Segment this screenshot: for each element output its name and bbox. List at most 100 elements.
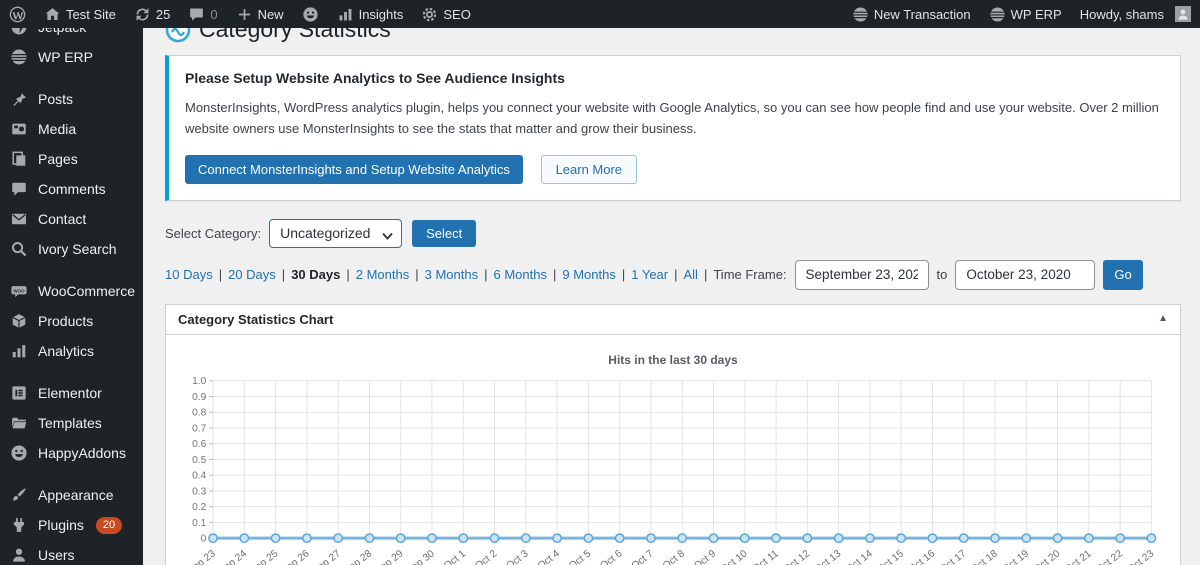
svg-text:0: 0 — [201, 533, 207, 544]
notice-body: MonsterInsights, WordPress analytics plu… — [185, 100, 1159, 137]
range-link-30-days[interactable]: 30 Days — [291, 267, 340, 282]
range-link-9-months[interactable]: 9 Months — [562, 267, 615, 282]
svg-text:Oct 12: Oct 12 — [782, 548, 813, 565]
time-frame-label: Time Frame: — [713, 267, 787, 283]
insights-label: Insights — [358, 6, 404, 22]
admin-bar-right: New Transaction WP ERP Howdy, shams — [843, 0, 1200, 28]
comment-icon — [188, 6, 205, 23]
learn-more-button[interactable]: Learn More — [540, 154, 638, 184]
site-name-label: Test Site — [66, 6, 116, 22]
select-button[interactable]: Select — [412, 219, 477, 247]
sidebar-item-media[interactable]: Media — [0, 114, 143, 144]
range-separator: | — [621, 267, 626, 283]
wp-erp[interactable]: WP ERP — [980, 0, 1071, 28]
sidebar-item-appearance[interactable]: Appearance — [0, 480, 143, 510]
wp-erp-label: WP ERP — [1010, 6, 1062, 22]
svg-text:0.6: 0.6 — [192, 439, 206, 450]
my-account[interactable]: Howdy, shams — [1071, 0, 1200, 28]
gear-icon — [421, 6, 438, 23]
pin-icon — [10, 90, 28, 108]
sidebar-item-label: WP ERP — [38, 49, 93, 65]
sidebar-item-analytics[interactable]: Analytics — [0, 336, 143, 366]
range-link-all[interactable]: All — [684, 267, 698, 282]
sidebar-item-elementor[interactable]: Elementor — [0, 378, 143, 408]
sidebar-item-jetpack[interactable]: Jetpack — [0, 28, 143, 42]
sidebar-item-ivory-search[interactable]: Ivory Search — [0, 234, 143, 264]
svg-text:Oct 4: Oct 4 — [536, 548, 562, 565]
collapse-toggle-icon[interactable]: ▲ — [1158, 314, 1168, 324]
go-button[interactable]: Go — [1103, 259, 1143, 290]
sidebar-item-products[interactable]: Products — [0, 306, 143, 336]
range-link-20-days[interactable]: 20 Days — [228, 267, 276, 282]
sidebar-item-label: Elementor — [38, 385, 102, 401]
brush-icon — [10, 486, 28, 504]
wp-logo[interactable] — [0, 0, 35, 28]
sidebar-item-label: Contact — [38, 211, 87, 227]
date-to-input[interactable] — [955, 259, 1096, 290]
new-content-label: New — [257, 6, 284, 22]
updates[interactable]: 25 — [125, 0, 179, 28]
range-link-3-months[interactable]: 3 Months — [425, 267, 478, 282]
chart-title: Hits in the last 30 days — [608, 352, 738, 367]
svg-text:0.2: 0.2 — [192, 502, 206, 513]
svg-text:0.9: 0.9 — [192, 392, 206, 403]
sidebar-item-templates[interactable]: Templates — [0, 408, 143, 438]
range-row: 10 Days | 20 Days | 30 Days | 2 Months | 3 Month… — [165, 259, 1181, 290]
home-icon — [44, 6, 61, 23]
sidebar-separator — [0, 366, 143, 378]
svg-text:Oct 9: Oct 9 — [692, 548, 718, 565]
cube-icon — [10, 312, 28, 330]
sidebar-item-label: Templates — [38, 415, 102, 431]
seo[interactable]: SEO — [412, 0, 479, 28]
comments[interactable]: 0 — [179, 0, 226, 28]
sidebar-item-contact[interactable]: Contact — [0, 204, 143, 234]
sidebar-item-label: Posts — [38, 91, 74, 107]
svg-text:Oct 1: Oct 1 — [442, 548, 468, 565]
sidebar-item-wp-erp[interactable]: WP ERP — [0, 42, 143, 72]
range-link-10-days[interactable]: 10 Days — [165, 267, 213, 282]
svg-text:Oct 10: Oct 10 — [719, 548, 750, 565]
chart-panel-header: Category Statistics Chart ▲ — [166, 305, 1180, 335]
insights[interactable]: Insights — [328, 0, 413, 28]
sidebar-item-label: Plugins — [38, 517, 84, 533]
chart-panel-body: Hits in the last 30 days 1.0 0.9 0.8 0.7 0.6… — [166, 335, 1180, 565]
pages-icon — [10, 150, 28, 168]
connect-monsterinsights-button[interactable]: Connect MonsterInsights and Setup Websit… — [185, 154, 523, 184]
svg-text:Oct 14: Oct 14 — [844, 548, 875, 565]
range-links: 10 Days | 20 Days | 30 Days | 2 Months | 3 Month… — [165, 267, 713, 282]
sidebar-item-comments[interactable]: Comments — [0, 174, 143, 204]
sidebar-item-users[interactable]: Users — [0, 540, 143, 565]
range-link-1-year[interactable]: 1 Year — [631, 267, 668, 282]
range-link-2-months[interactable]: 2 Months — [356, 267, 409, 282]
sidebar-item-happyaddons[interactable]: HappyAddons — [0, 438, 143, 468]
sidebar-item-pages[interactable]: Pages — [0, 144, 143, 174]
new-content[interactable]: New — [227, 0, 293, 28]
site-name[interactable]: Test Site — [35, 0, 125, 28]
sidebar-item-label: Jetpack — [38, 28, 86, 35]
comment-icon — [10, 180, 28, 198]
svg-text:Oct 6: Oct 6 — [598, 548, 624, 565]
range-link-6-months[interactable]: 6 Months — [493, 267, 546, 282]
sidebar-item-posts[interactable]: Posts — [0, 84, 143, 114]
svg-text:0.1: 0.1 — [192, 518, 206, 529]
category-select[interactable]: Uncategorized — [269, 218, 403, 248]
svg-text:Sep 23: Sep 23 — [186, 548, 218, 565]
svg-text:Sep 25: Sep 25 — [248, 548, 280, 565]
sidebar-item-plugins[interactable]: Plugins 20 — [0, 510, 143, 540]
date-from-input[interactable] — [794, 259, 929, 290]
svg-text:Oct 17: Oct 17 — [938, 548, 969, 565]
seo-label: SEO — [443, 6, 471, 22]
new-transaction[interactable]: New Transaction — [843, 0, 980, 28]
chart-panel: Category Statistics Chart ▲ Hits in the … — [165, 303, 1181, 565]
happyaddons[interactable] — [293, 0, 328, 28]
smiley-icon — [302, 6, 319, 23]
svg-text:Sep 30: Sep 30 — [405, 548, 437, 565]
svg-text:0.3: 0.3 — [192, 486, 206, 497]
folder-icon — [10, 414, 28, 432]
erp-icon — [10, 48, 28, 66]
sidebar-item-woocommerce[interactable]: WOO WooCommerce — [0, 276, 143, 306]
svg-text:Oct 16: Oct 16 — [907, 548, 938, 565]
chart-icon — [10, 342, 28, 360]
chart-icon — [337, 6, 354, 23]
admin-bar: Test Site 25 0 New Insights SEO New Transacti… — [0, 0, 1200, 28]
